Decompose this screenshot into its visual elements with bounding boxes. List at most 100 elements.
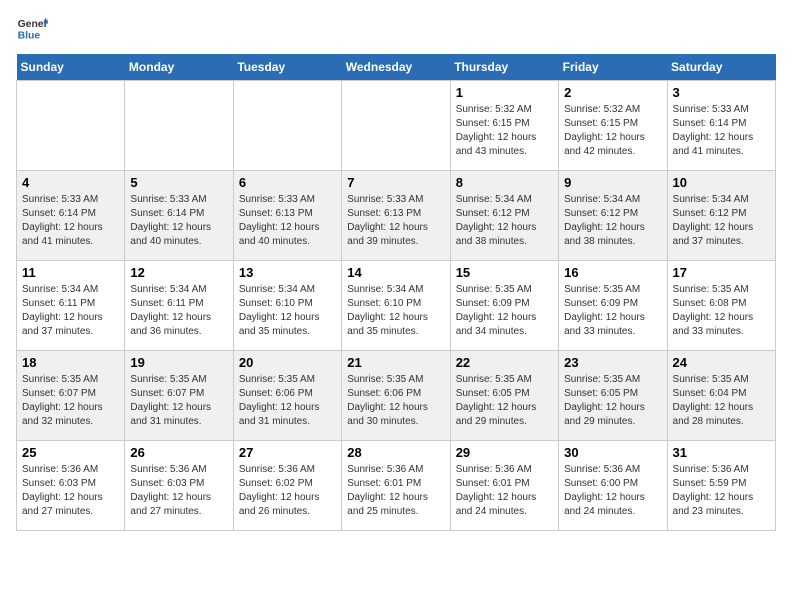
day-info: Sunrise: 5:36 AM Sunset: 6:00 PM Dayligh… [564, 463, 661, 519]
day-info: Sunrise: 5:35 AM Sunset: 6:09 PM Dayligh… [564, 283, 661, 339]
day-cell: 31 Sunrise: 5:36 AM Sunset: 5:59 PM Dayli… [667, 441, 775, 531]
weekday-header-wednesday: Wednesday [342, 54, 450, 81]
logo-icon: General Blue [16, 16, 48, 44]
day-number: 21 [347, 355, 444, 370]
day-info: Sunrise: 5:35 AM Sunset: 6:04 PM Dayligh… [673, 373, 770, 429]
day-cell: 28 Sunrise: 5:36 AM Sunset: 6:01 PM Dayli… [342, 441, 450, 531]
week-row-1: 1 Sunrise: 5:32 AM Sunset: 6:15 PM Daylig… [17, 81, 776, 171]
day-cell [17, 81, 125, 171]
day-info: Sunrise: 5:35 AM Sunset: 6:08 PM Dayligh… [673, 283, 770, 339]
day-number: 17 [673, 265, 770, 280]
day-info: Sunrise: 5:33 AM Sunset: 6:14 PM Dayligh… [673, 103, 770, 159]
day-number: 3 [673, 85, 770, 100]
day-cell: 10 Sunrise: 5:34 AM Sunset: 6:12 PM Dayli… [667, 171, 775, 261]
day-number: 26 [130, 445, 227, 460]
day-cell: 11Sunrise: 5:34 AM Sunset: 6:11 PM Dayli… [17, 261, 125, 351]
day-number: 28 [347, 445, 444, 460]
day-cell: 30Sunrise: 5:36 AM Sunset: 6:00 PM Dayli… [559, 441, 667, 531]
day-cell: 19Sunrise: 5:35 AM Sunset: 6:07 PM Dayli… [125, 351, 233, 441]
weekday-header-friday: Friday [559, 54, 667, 81]
day-number: 7 [347, 175, 444, 190]
day-number: 29 [456, 445, 553, 460]
day-info: Sunrise: 5:36 AM Sunset: 5:59 PM Dayligh… [673, 463, 770, 519]
day-info: Sunrise: 5:35 AM Sunset: 6:07 PM Dayligh… [130, 373, 227, 429]
logo: General Blue [16, 16, 48, 44]
day-info: Sunrise: 5:36 AM Sunset: 6:01 PM Dayligh… [456, 463, 553, 519]
day-info: Sunrise: 5:34 AM Sunset: 6:10 PM Dayligh… [347, 283, 444, 339]
day-info: Sunrise: 5:34 AM Sunset: 6:12 PM Dayligh… [456, 193, 553, 249]
day-cell: 21 Sunrise: 5:35 AM Sunset: 6:06 PM Dayli… [342, 351, 450, 441]
day-number: 15 [456, 265, 553, 280]
svg-text:Blue: Blue [18, 30, 41, 41]
day-cell: 16 Sunrise: 5:35 AM Sunset: 6:09 PM Dayli… [559, 261, 667, 351]
weekday-header-row: SundayMondayTuesdayWednesdayThursdayFrid… [17, 54, 776, 81]
day-cell: 4 Sunrise: 5:33 AM Sunset: 6:14 PM Daylig… [17, 171, 125, 261]
day-info: Sunrise: 5:33 AM Sunset: 6:14 PM Dayligh… [22, 193, 119, 249]
day-cell: 14 Sunrise: 5:34 AM Sunset: 6:10 PM Dayli… [342, 261, 450, 351]
week-row-3: 11Sunrise: 5:34 AM Sunset: 6:11 PM Dayli… [17, 261, 776, 351]
day-number: 10 [673, 175, 770, 190]
header: General Blue [16, 16, 776, 44]
day-cell: 15Sunrise: 5:35 AM Sunset: 6:09 PM Dayli… [450, 261, 558, 351]
day-info: Sunrise: 5:35 AM Sunset: 6:05 PM Dayligh… [564, 373, 661, 429]
weekday-header-monday: Monday [125, 54, 233, 81]
day-number: 9 [564, 175, 661, 190]
weekday-header-saturday: Saturday [667, 54, 775, 81]
day-cell: 8 Sunrise: 5:34 AM Sunset: 6:12 PM Daylig… [450, 171, 558, 261]
day-cell: 18Sunrise: 5:35 AM Sunset: 6:07 PM Dayli… [17, 351, 125, 441]
day-number: 13 [239, 265, 336, 280]
day-cell: 5Sunrise: 5:33 AM Sunset: 6:14 PM Daylig… [125, 171, 233, 261]
day-cell: 2 Sunrise: 5:32 AM Sunset: 6:15 PM Daylig… [559, 81, 667, 171]
day-info: Sunrise: 5:34 AM Sunset: 6:10 PM Dayligh… [239, 283, 336, 339]
day-cell: 25 Sunrise: 5:36 AM Sunset: 6:03 PM Dayli… [17, 441, 125, 531]
day-info: Sunrise: 5:35 AM Sunset: 6:06 PM Dayligh… [347, 373, 444, 429]
day-info: Sunrise: 5:36 AM Sunset: 6:01 PM Dayligh… [347, 463, 444, 519]
day-info: Sunrise: 5:36 AM Sunset: 6:03 PM Dayligh… [22, 463, 119, 519]
day-info: Sunrise: 5:35 AM Sunset: 6:06 PM Dayligh… [239, 373, 336, 429]
day-cell: 1 Sunrise: 5:32 AM Sunset: 6:15 PM Daylig… [450, 81, 558, 171]
day-info: Sunrise: 5:32 AM Sunset: 6:15 PM Dayligh… [564, 103, 661, 159]
day-cell: 26 Sunrise: 5:36 AM Sunset: 6:03 PM Dayli… [125, 441, 233, 531]
day-number: 16 [564, 265, 661, 280]
day-number: 18 [22, 355, 119, 370]
week-row-2: 4 Sunrise: 5:33 AM Sunset: 6:14 PM Daylig… [17, 171, 776, 261]
day-cell: 20 Sunrise: 5:35 AM Sunset: 6:06 PM Dayli… [233, 351, 341, 441]
day-info: Sunrise: 5:33 AM Sunset: 6:13 PM Dayligh… [239, 193, 336, 249]
week-row-4: 18 Sunrise: 5:35 AM Sunset: 6:07 PM Dayli… [17, 351, 776, 441]
day-number: 22 [456, 355, 553, 370]
day-number: 5 [130, 175, 227, 190]
day-number: 31 [673, 445, 770, 460]
day-cell: 22 Sunrise: 5:35 AM Sunset: 6:05 PM Dayli… [450, 351, 558, 441]
svg-text:General: General [18, 19, 48, 30]
day-cell: 9Sunrise: 5:34 AM Sunset: 6:12 PM Daylig… [559, 171, 667, 261]
day-info: Sunrise: 5:35 AM Sunset: 6:05 PM Dayligh… [456, 373, 553, 429]
day-number: 25 [22, 445, 119, 460]
day-info: Sunrise: 5:36 AM Sunset: 6:02 PM Dayligh… [239, 463, 336, 519]
day-number: 24 [673, 355, 770, 370]
day-number: 6 [239, 175, 336, 190]
day-number: 8 [456, 175, 553, 190]
day-info: Sunrise: 5:34 AM Sunset: 6:11 PM Dayligh… [22, 283, 119, 339]
day-info: Sunrise: 5:34 AM Sunset: 6:11 PM Dayligh… [130, 283, 227, 339]
day-cell [233, 81, 341, 171]
day-number: 23 [564, 355, 661, 370]
day-cell: 13 Sunrise: 5:34 AM Sunset: 6:10 PM Dayli… [233, 261, 341, 351]
weekday-header-sunday: Sunday [17, 54, 125, 81]
day-number: 14 [347, 265, 444, 280]
day-cell: 23 Sunrise: 5:35 AM Sunset: 6:05 PM Dayli… [559, 351, 667, 441]
day-number: 27 [239, 445, 336, 460]
day-number: 20 [239, 355, 336, 370]
day-number: 1 [456, 85, 553, 100]
day-info: Sunrise: 5:36 AM Sunset: 6:03 PM Dayligh… [130, 463, 227, 519]
day-cell: 12Sunrise: 5:34 AM Sunset: 6:11 PM Dayli… [125, 261, 233, 351]
day-number: 2 [564, 85, 661, 100]
day-cell: 6 Sunrise: 5:33 AM Sunset: 6:13 PM Daylig… [233, 171, 341, 261]
day-number: 4 [22, 175, 119, 190]
day-info: Sunrise: 5:32 AM Sunset: 6:15 PM Dayligh… [456, 103, 553, 159]
day-cell: 3 Sunrise: 5:33 AM Sunset: 6:14 PM Daylig… [667, 81, 775, 171]
day-info: Sunrise: 5:34 AM Sunset: 6:12 PM Dayligh… [673, 193, 770, 249]
day-cell: 24 Sunrise: 5:35 AM Sunset: 6:04 PM Dayli… [667, 351, 775, 441]
day-cell: 7Sunrise: 5:33 AM Sunset: 6:13 PM Daylig… [342, 171, 450, 261]
calendar-table: SundayMondayTuesdayWednesdayThursdayFrid… [16, 54, 776, 531]
weekday-header-tuesday: Tuesday [233, 54, 341, 81]
